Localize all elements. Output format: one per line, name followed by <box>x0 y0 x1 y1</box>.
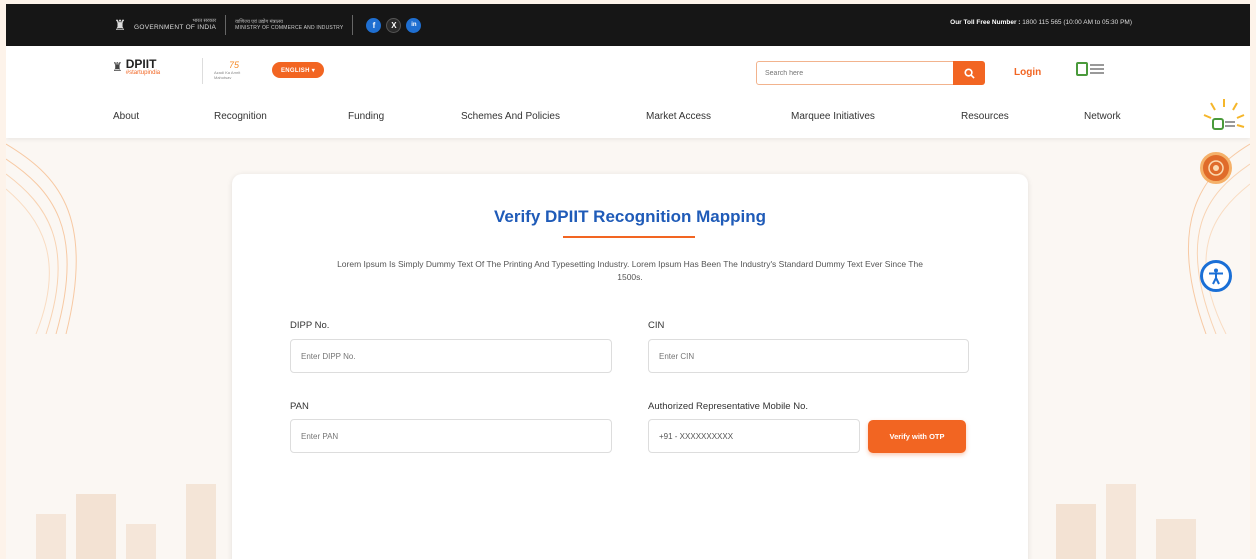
cin-input[interactable] <box>648 339 969 373</box>
page-description: Lorem Ipsum Is Simply Dummy Text Of The … <box>337 259 923 283</box>
pan-input[interactable] <box>290 419 612 453</box>
accessibility-icon <box>1209 268 1223 285</box>
decorative-wave-right <box>1187 143 1250 334</box>
startup-logo-icon <box>1076 62 1088 76</box>
toll-free-label: Our Toll Free Number : <box>950 19 1021 26</box>
azadi-logo[interactable]: 75 Azadi Ka Amrit Mahotsav <box>214 58 254 82</box>
search-input[interactable] <box>756 61 954 85</box>
logo-main-text: DPIIT <box>125 57 157 71</box>
title-underline <box>563 236 695 238</box>
seal-widget[interactable] <box>1200 152 1232 184</box>
mobile-label: Authorized Representative Mobile No. <box>648 401 809 412</box>
toll-free-number: Our Toll Free Number : 1800 115 565 (10:… <box>950 19 1132 26</box>
verify-card: Verify DPIIT Recognition Mapping Lorem I… <box>232 174 1028 559</box>
search-button[interactable] <box>953 61 985 85</box>
divider <box>202 58 203 84</box>
nav-market-access[interactable]: Market Access <box>646 111 711 122</box>
divider <box>225 15 227 35</box>
national-emblem-icon: ♜ <box>113 16 127 33</box>
x-twitter-icon[interactable]: X <box>386 17 402 33</box>
ministry-english: MINISTRY OF COMMERCE AND INDUSTRY <box>235 25 344 31</box>
nav-recognition[interactable]: Recognition <box>214 111 267 122</box>
divider <box>352 15 354 35</box>
logo-sub-text: #startupindia <box>125 70 161 76</box>
page-frame: ♜ भारत सरकार GOVERNMENT OF INDIA वाणिज्य… <box>6 4 1250 559</box>
facebook-icon[interactable]: f <box>366 17 382 33</box>
toll-free-value: 1800 115 565 (10:00 AM to 05:30 PM) <box>1022 19 1132 26</box>
nav-about[interactable]: About <box>113 111 139 122</box>
emblem-icon: ♜ <box>112 60 123 74</box>
sun-logo-icon <box>1203 99 1245 130</box>
accessibility-widget[interactable] <box>1200 260 1232 292</box>
startup-sun-widget[interactable] <box>1200 96 1248 144</box>
page-title: Verify DPIIT Recognition Mapping <box>493 207 767 226</box>
dpiit-logo[interactable]: ♜ DPIIT #startupindia <box>112 58 160 76</box>
decorative-wave-left <box>6 143 77 334</box>
social-links: f X in <box>366 17 422 33</box>
mobile-input[interactable] <box>648 419 860 453</box>
top-bar: ♜ भारत सरकार GOVERNMENT OF INDIA वाणिज्य… <box>6 4 1250 46</box>
nav-funding[interactable]: Funding <box>348 111 384 122</box>
azadi-logo-mark: 75 <box>228 60 239 70</box>
seal-icon <box>1208 160 1224 176</box>
nav-resources[interactable]: Resources <box>961 111 1009 122</box>
login-link[interactable]: Login <box>1014 67 1041 78</box>
cin-label: CIN <box>648 320 665 331</box>
search-icon <box>963 67 975 79</box>
nav-network[interactable]: Network <box>1084 111 1121 122</box>
dipp-input[interactable] <box>290 339 612 373</box>
government-branding: ♜ भारत सरकार GOVERNMENT OF INDIA वाणिज्य… <box>112 11 422 39</box>
nav-schemes-and-policies[interactable]: Schemes And Policies <box>461 111 560 122</box>
dipp-label: DIPP No. <box>290 320 330 331</box>
nav-marquee-initiatives[interactable]: Marquee Initiatives <box>791 111 875 122</box>
pan-label: PAN <box>290 401 309 412</box>
linkedin-icon[interactable]: in <box>406 17 422 33</box>
startup-india-logo[interactable] <box>1076 62 1104 76</box>
main-header: ♜ DPIIT #startupindia 75 Azadi Ka Amrit … <box>6 46 1250 138</box>
azadi-logo-text: Azadi Ka Amrit Mahotsav <box>214 70 241 80</box>
language-dropdown[interactable]: ENGLISH ▾ <box>272 62 324 78</box>
gov-english: GOVERNMENT OF INDIA <box>134 24 217 32</box>
verify-otp-button[interactable]: Verify with OTP <box>868 420 966 453</box>
